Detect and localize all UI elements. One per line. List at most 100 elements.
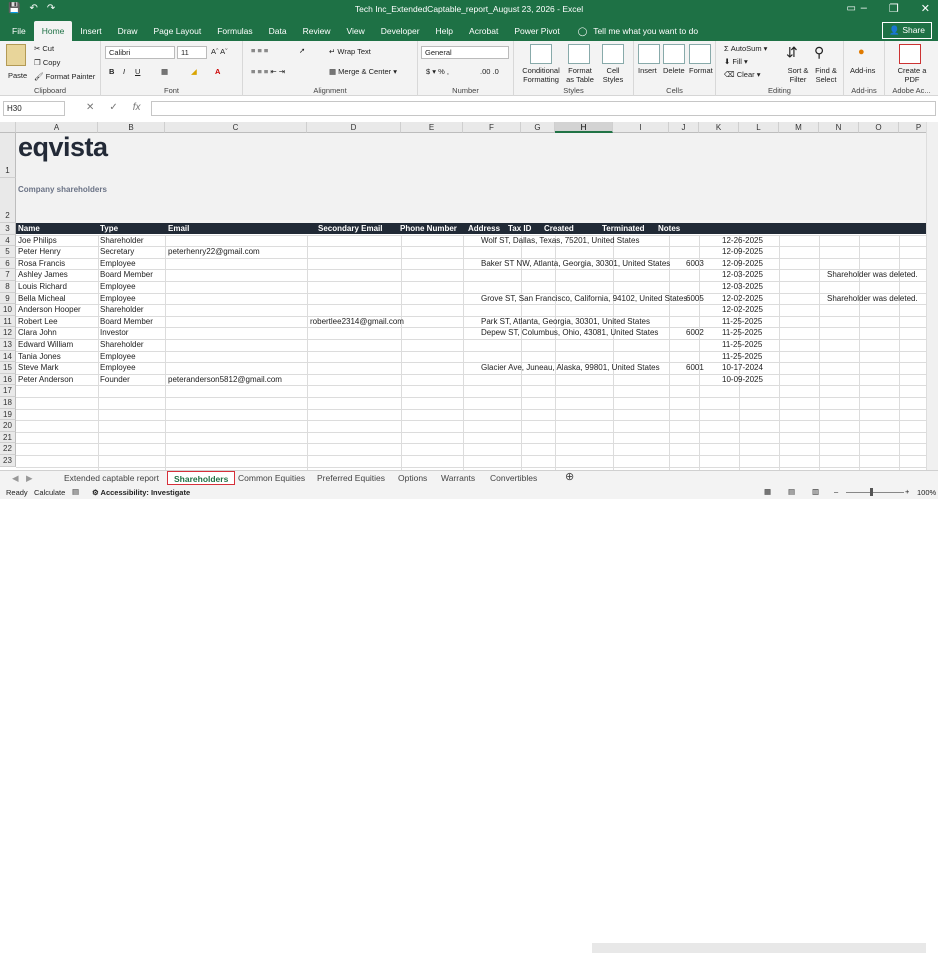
table-cell[interactable]: Louis Richard — [16, 281, 67, 293]
column-header[interactable]: M — [779, 122, 819, 133]
page-layout-icon[interactable]: ▤ — [788, 487, 795, 496]
row-header[interactable]: 12 — [0, 327, 16, 339]
addins-button[interactable]: Add-ins — [850, 66, 875, 75]
table-cell[interactable]: Investor — [98, 327, 128, 339]
copy-button[interactable]: ❐ Copy — [34, 58, 60, 67]
table-cell[interactable]: Steve Mark — [16, 362, 58, 374]
tab-insert[interactable]: Insert — [72, 21, 109, 41]
fill-color-icon[interactable]: ◢ — [191, 67, 197, 76]
tab-formulas[interactable]: Formulas — [209, 21, 260, 41]
table-cell[interactable]: Board Member — [98, 269, 153, 281]
table-cell[interactable]: 12-09-2025 — [720, 258, 763, 270]
table-cell[interactable]: Shareholder — [98, 235, 144, 247]
table-cell[interactable]: 12-26-2025 — [720, 235, 763, 247]
table-cell[interactable]: 10-09-2025 — [720, 374, 763, 386]
table-cell[interactable]: Tania Jones — [16, 351, 61, 363]
table-cell[interactable]: Secretary — [98, 246, 134, 258]
status-calculate[interactable]: Calculate — [34, 488, 65, 497]
next-sheet-icon[interactable]: ▶ — [20, 471, 39, 485]
clear-button[interactable]: ⌫ Clear ▾ — [724, 70, 761, 79]
header-cell[interactable]: Phone Number — [398, 223, 457, 234]
cut-button[interactable]: ✂ Cut — [34, 44, 54, 53]
font-name-select[interactable]: Calibri — [105, 46, 175, 59]
format-table-button[interactable]: Format as Table — [564, 66, 596, 84]
header-cell[interactable]: Address — [466, 223, 500, 234]
table-cell[interactable]: Shareholder — [98, 304, 144, 316]
table-cell[interactable]: Depew ST, Columbus, Ohio, 43081, United … — [479, 327, 658, 339]
table-cell[interactable]: peteranderson5812@gmail.com — [166, 374, 282, 386]
header-cell[interactable]: Terminated — [600, 223, 645, 234]
underline-icon[interactable]: U — [135, 67, 140, 76]
table-cell[interactable]: Bella Micheal — [16, 293, 66, 305]
column-header[interactable]: N — [819, 122, 859, 133]
sheet-tab-warrants[interactable]: Warrants — [435, 471, 481, 485]
table-cell[interactable]: Board Member — [98, 316, 153, 328]
tell-me-search[interactable]: ◯ Tell me what you want to do — [568, 21, 698, 41]
row-header[interactable]: 7 — [0, 269, 16, 281]
add-sheet-icon[interactable]: ⊕ — [559, 471, 580, 485]
column-header[interactable]: I — [613, 122, 669, 133]
tab-draw[interactable]: Draw — [110, 21, 146, 41]
bold-icon[interactable]: B — [109, 67, 114, 76]
accessibility-status[interactable]: ⚙ Accessibility: Investigate — [92, 488, 190, 497]
table-cell[interactable]: Baker ST NW, Atlanta, Georgia, 30301, Un… — [479, 258, 670, 270]
sheet-tab-convertibles[interactable]: Convertibles — [484, 471, 543, 485]
format-painter-button[interactable]: 🖌 Format Painter — [34, 72, 95, 81]
delete-cells-icon[interactable] — [663, 44, 685, 64]
cancel-icon[interactable]: ✕ — [86, 102, 94, 113]
italic-icon[interactable]: I — [123, 67, 125, 76]
minimize-icon[interactable]: – — [861, 2, 867, 15]
table-cell[interactable]: 11-25-2025 — [720, 339, 762, 351]
table-cell[interactable]: 12-09-2025 — [720, 246, 763, 258]
insert-cells-icon[interactable] — [638, 44, 660, 64]
table-cell[interactable]: Edward William — [16, 339, 73, 351]
conditional-formatting-icon[interactable] — [530, 44, 552, 64]
table-cell[interactable]: 10-17-2024 — [720, 362, 763, 374]
row-header[interactable]: 19 — [0, 408, 16, 421]
function-icon[interactable]: fx — [133, 102, 141, 113]
sort-filter-button[interactable]: Sort & Filter — [784, 66, 812, 84]
table-cell[interactable]: robertlee2314@gmail.com — [308, 316, 404, 328]
row-header[interactable]: 1 — [0, 133, 16, 178]
table-cell[interactable]: 11-25-2025 — [720, 327, 762, 339]
table-cell[interactable]: Anderson Hooper — [16, 304, 81, 316]
sheet-tab-extended-captable-report[interactable]: Extended captable report — [58, 471, 165, 485]
tab-view[interactable]: View — [339, 21, 373, 41]
table-cell[interactable]: Park ST, Atlanta, Georgia, 30301, United… — [479, 316, 650, 328]
table-cell[interactable]: 12-02-2025 — [720, 293, 763, 305]
tab-acrobat[interactable]: Acrobat — [461, 21, 506, 41]
row-header[interactable]: 23 — [0, 455, 16, 467]
table-cell[interactable]: 11-25-2025 — [720, 316, 762, 328]
spreadsheet-grid[interactable]: eqvista Company shareholders ABCDEFGHIJK… — [0, 122, 926, 470]
orientation-icon[interactable]: ➚ — [299, 46, 305, 55]
table-cell[interactable]: peterhenry22@gmail.com — [166, 246, 260, 258]
sheet-tab-shareholders[interactable]: Shareholders — [167, 471, 236, 485]
row-header[interactable]: 9 — [0, 292, 16, 305]
table-cell[interactable]: Grove ST, San Francisco, California, 941… — [479, 293, 687, 305]
column-header[interactable]: F — [463, 122, 521, 133]
normal-view-icon[interactable]: ▦ — [764, 487, 771, 496]
format-button[interactable]: Format — [689, 66, 713, 75]
paste-button[interactable]: Paste — [8, 71, 27, 80]
table-cell[interactable]: Peter Henry — [16, 246, 61, 258]
header-cell[interactable]: Secondary Email — [316, 223, 382, 234]
column-header[interactable]: L — [739, 122, 779, 133]
row-header[interactable]: 13 — [0, 339, 16, 351]
table-cell[interactable]: Glacier Ave, Juneau, Alaska, 99801, Unit… — [479, 362, 660, 374]
autosum-button[interactable]: Σ AutoSum ▾ — [724, 44, 767, 53]
sheet-tab-options[interactable]: Options — [392, 471, 433, 485]
zoom-in-icon[interactable]: + — [905, 487, 909, 496]
insert-button[interactable]: Insert — [638, 66, 657, 75]
cell-styles-icon[interactable] — [602, 44, 624, 64]
zoom-level[interactable]: 100% — [917, 488, 936, 497]
row-header[interactable]: 3 — [0, 223, 16, 235]
table-cell[interactable]: Shareholder was deleted. — [825, 293, 918, 305]
tab-help[interactable]: Help — [428, 21, 461, 41]
header-cell[interactable]: Name — [16, 223, 40, 234]
table-cell[interactable]: Employee — [98, 362, 136, 374]
tab-home[interactable]: Home — [33, 21, 73, 41]
row-header[interactable]: 16 — [0, 373, 16, 386]
table-cell[interactable]: Rosa Francis — [16, 258, 65, 270]
column-header[interactable]: G — [521, 122, 555, 133]
row-header[interactable]: 15 — [0, 362, 16, 374]
